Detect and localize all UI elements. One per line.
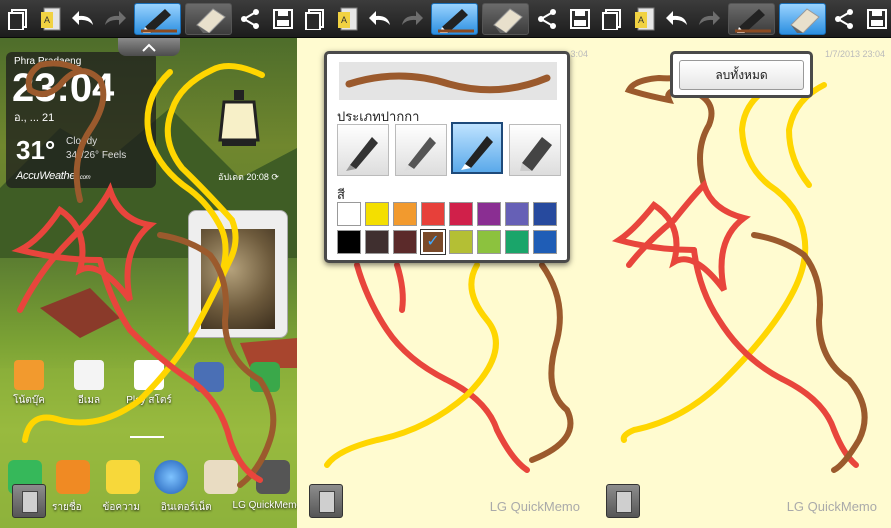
quickmemo-layer-button[interactable] xyxy=(606,484,640,518)
share-icon[interactable] xyxy=(236,3,264,35)
yellow-stroke xyxy=(620,82,809,443)
undo-icon[interactable] xyxy=(69,3,97,35)
share-icon[interactable] xyxy=(830,3,858,35)
pen-icon xyxy=(438,8,475,33)
quickmemo-toolbar: A xyxy=(297,0,594,38)
marker-pen-icon xyxy=(404,137,436,171)
quickmemo-watermark: LG QuickMemo xyxy=(786,499,877,514)
save-icon[interactable] xyxy=(566,3,594,35)
pen-type-highlighter[interactable] xyxy=(509,124,561,176)
color-swatch[interactable] xyxy=(505,230,529,254)
stroke-preview xyxy=(339,62,557,100)
pen-type-marker[interactable] xyxy=(395,124,447,176)
quickmemo-layer-button[interactable] xyxy=(12,484,46,518)
color-swatch[interactable] xyxy=(421,202,445,226)
undo-icon[interactable] xyxy=(366,3,394,35)
eraser-tool-button[interactable] xyxy=(481,2,530,35)
eraser-icon xyxy=(789,7,820,33)
pen-icon xyxy=(735,8,772,33)
memo-timestamp: 3:04 xyxy=(570,49,588,59)
yellow-stroke xyxy=(324,262,499,468)
memo-list-icon[interactable]: A xyxy=(36,3,64,35)
eraser-icon xyxy=(195,7,226,33)
red-stroke xyxy=(11,182,157,313)
pen-tool-button[interactable] xyxy=(430,2,478,35)
new-memo-icon[interactable] xyxy=(4,3,32,35)
chevron-up-icon xyxy=(142,43,156,52)
brown-stroke xyxy=(25,60,107,203)
color-swatch[interactable] xyxy=(449,230,473,254)
expand-handle[interactable] xyxy=(118,38,180,56)
save-icon[interactable] xyxy=(863,3,891,35)
svg-text:A: A xyxy=(638,15,644,25)
color-swatch[interactable] xyxy=(365,230,389,254)
checkmark-icon: ✓ xyxy=(426,233,440,250)
color-swatch[interactable] xyxy=(533,202,557,226)
memo-timestamp: 1/7/2013 23:04 xyxy=(824,49,885,59)
new-memo-icon[interactable] xyxy=(301,3,329,35)
color-swatch[interactable] xyxy=(337,230,361,254)
svg-text:A: A xyxy=(341,15,347,25)
drawing-layer[interactable] xyxy=(0,0,297,528)
color-swatch[interactable] xyxy=(393,230,417,254)
color-swatch[interactable] xyxy=(393,202,417,226)
pen-type-ballpoint[interactable] xyxy=(337,124,389,176)
brown-stroke xyxy=(529,262,574,463)
pen-tool-button[interactable] xyxy=(727,2,775,35)
svg-text:A: A xyxy=(44,15,50,25)
redo-icon[interactable] xyxy=(398,3,426,35)
quickmemo-toolbar: A xyxy=(0,0,297,38)
share-icon[interactable] xyxy=(533,3,561,35)
eraser-icon xyxy=(492,7,523,33)
red-stroke xyxy=(611,179,751,292)
brown-stroke xyxy=(751,232,868,473)
pen-tool-button[interactable] xyxy=(133,2,181,35)
new-memo-icon[interactable] xyxy=(598,3,626,35)
redo-icon[interactable] xyxy=(101,3,129,35)
yellow-stroke xyxy=(785,82,827,188)
quickmemo-watermark: LG QuickMemo xyxy=(489,499,580,514)
color-swatch[interactable]: ✓ xyxy=(420,229,446,255)
ballpoint-pen-icon xyxy=(346,137,378,171)
color-swatch[interactable] xyxy=(337,202,361,226)
brush-pen-icon xyxy=(461,136,493,170)
clear-all-popup: ลบทั้งหมด xyxy=(670,51,813,98)
highlighter-icon xyxy=(520,137,552,171)
color-swatch[interactable] xyxy=(533,230,557,254)
home-screen-panel: A Phra Pradaeng 23:04 อ., ... 21 31° Clo… xyxy=(0,0,297,528)
save-icon[interactable] xyxy=(269,3,297,35)
pen-type-brush[interactable] xyxy=(451,122,503,174)
color-swatch[interactable] xyxy=(477,230,501,254)
pen-icon xyxy=(141,8,178,33)
memo-list-icon[interactable]: A xyxy=(333,3,361,35)
eraser-tool-button[interactable] xyxy=(184,2,233,35)
eraser-tool-button[interactable] xyxy=(778,2,827,35)
memo-list-icon[interactable]: A xyxy=(630,3,658,35)
color-swatch[interactable] xyxy=(505,202,529,226)
undo-icon[interactable] xyxy=(663,3,691,35)
color-swatch[interactable] xyxy=(365,202,389,226)
clear-all-button[interactable]: ลบทั้งหมด xyxy=(679,60,804,90)
quickmemo-layer-button[interactable] xyxy=(309,484,343,518)
quickmemo-toolbar: A xyxy=(594,0,891,38)
red-stroke xyxy=(394,262,406,313)
pen-settings-popup: ประเภทปากกา สี ✓ xyxy=(324,51,570,263)
color-swatch[interactable] xyxy=(477,202,501,226)
color-swatch[interactable] xyxy=(449,202,473,226)
redo-icon[interactable] xyxy=(695,3,723,35)
